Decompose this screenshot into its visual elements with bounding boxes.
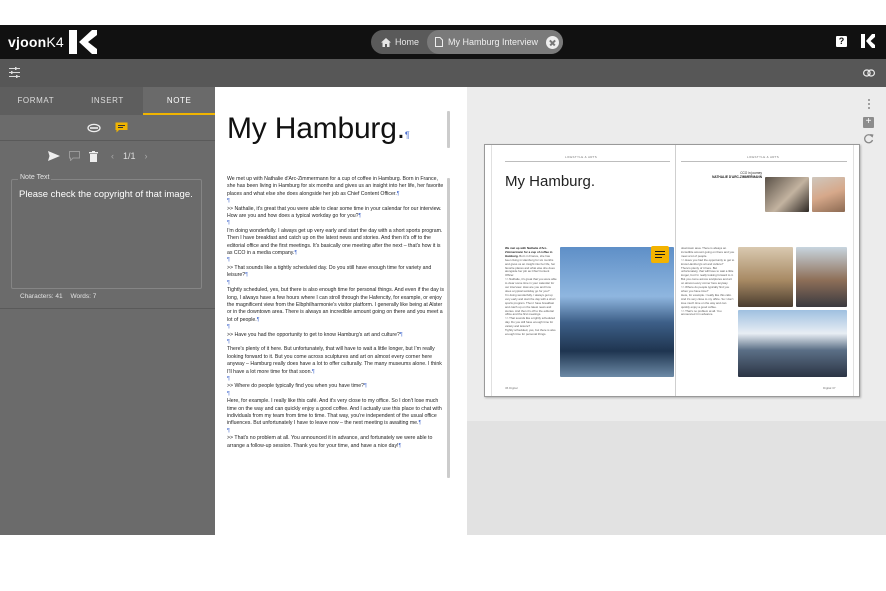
body-paragraph: There's plenty of it here. But unfortuna… [227,346,442,375]
note-text-label: Note Text [18,174,52,181]
home-icon [381,37,391,47]
reply-icon[interactable] [69,151,80,161]
next-note-icon[interactable]: › [145,151,148,161]
body-paragraph: ¶ [227,279,230,286]
running-header-left: LIFESTYLE & ARTS [565,155,598,159]
body-paragraph: Tightly scheduled, yes, but there is als… [227,287,444,323]
help-icon[interactable]: ? [836,36,847,47]
refresh-icon[interactable] [863,133,874,144]
spread-gutter [675,145,676,396]
sliders-icon[interactable] [9,67,20,78]
body-paragraph: >> That sounds like a tightly scheduled … [227,264,432,279]
body-paragraph: ¶ [227,220,230,227]
canal-photo [738,247,793,307]
breadcrumb-home-label: Home [395,37,420,47]
folio-left: 36 Digital [505,386,518,390]
body-paragraph: >> Where do people typically find you wh… [227,383,367,390]
header-rule-right [681,161,847,162]
note-text-value[interactable]: Please check the copyright of that image… [19,188,195,201]
article-body[interactable]: We met up with Nathalie d'Arc-Zimmermann… [227,176,445,450]
spread-kicker: CCO in journey NATHALIE D'ARC-ZIMMERMANN [712,171,762,179]
body-paragraph: ¶ [227,324,230,331]
body-scrollbar[interactable] [447,178,450,478]
spread-column-2: downtown area. There is always an incred… [681,247,735,317]
body-paragraph: ¶ [227,257,230,264]
page-edge-left [491,145,492,396]
body-paragraph: ¶ [227,375,230,382]
page-edge-right [853,145,854,396]
word-count: Words: 7 [70,293,97,300]
header-rule-left [505,161,670,162]
note-toolbar: ‹ 1/1 › [0,141,215,171]
body-paragraph: ¶ [227,198,230,205]
link-icon[interactable] [863,68,875,78]
note-type-selector [0,115,215,141]
townhall-photo [796,247,847,307]
breadcrumb-document-label: My Hamburg Interview [448,37,539,47]
app-logo-text: vjoonK4 [8,34,64,50]
running-header-right: LIFESTYLE & ARTS [747,155,780,159]
trash-icon[interactable] [89,150,98,162]
close-tab-icon[interactable] [546,35,560,49]
text-editor[interactable]: My Hamburg.¶ We met up with Nathalie d'A… [215,87,467,535]
body-paragraph: >> That's no problem at all. You announc… [227,435,433,449]
tab-insert[interactable]: INSERT [72,87,144,115]
title-scrollbar[interactable] [447,111,450,148]
panel-divider [0,308,215,309]
body-paragraph: Here, for example. I really like this ca… [227,398,442,427]
body-paragraph: ¶ [227,390,230,397]
body-paragraph: >> Have you had the opportunity to get t… [227,331,403,338]
breadcrumb: Home My Hamburg Interview [371,30,564,54]
character-count: Characters: 41 [20,293,63,300]
body-paragraph: >> Nathalie, it's great that you were ab… [227,205,442,220]
breadcrumb-document[interactable]: My Hamburg Interview [427,30,564,54]
more-vertical-icon[interactable] [868,99,870,110]
note-pager: 1/1 [123,151,136,161]
layout-preview: + LIFESTYLE & ARTS LIFESTYLE & ARTS My H… [467,87,886,535]
folio-right: Digital 37 [823,386,836,390]
train-station-photo [738,310,847,377]
app-window: vjoonK4 Home My Hamburg Interview ? FORM… [0,25,886,535]
panel-tabs: FORMAT INSERT NOTE [0,87,216,115]
add-box-icon[interactable]: + [863,117,874,128]
tab-note[interactable]: NOTE [143,87,216,115]
highlight-note-icon[interactable] [87,123,101,133]
spread-title: My Hamburg. [505,173,596,190]
left-panel: FORMAT INSERT NOTE ‹ 1/1 › Note Text Ple [0,87,216,535]
body-paragraph: ¶ [227,338,230,345]
k4-logo-icon [69,30,97,54]
note-text-field[interactable]: Note Text Please check the copyright of … [11,174,202,289]
note-stats: Characters: 41 Words: 7 [20,293,96,300]
breadcrumb-home[interactable]: Home [371,30,427,54]
top-bar: vjoonK4 Home My Hamburg Interview ? [0,25,886,59]
body-paragraph: We met up with Nathalie d'Arc-Zimmermann… [227,176,444,197]
preview-footer-area [467,421,886,535]
send-icon[interactable] [48,151,60,161]
portrait-photo-2 [812,177,845,212]
elbphilharmonie-photo [560,247,674,377]
body-paragraph: I'm doing wonderfully. I always get up v… [227,227,443,257]
comment-note-icon[interactable] [651,246,669,263]
k4-brand-icon[interactable] [861,34,875,48]
article-title[interactable]: My Hamburg.¶ [227,112,410,146]
tab-format[interactable]: FORMAT [0,87,72,115]
body-paragraph: ¶ [227,427,230,434]
spread-column-1: We met up with Nathalie d'Arc-Zimmermann… [505,247,557,336]
page-spread[interactable]: LIFESTYLE & ARTS LIFESTYLE & ARTS My Ham… [484,144,860,397]
portrait-photo-1 [765,177,809,212]
previous-note-icon[interactable]: ‹ [111,151,114,161]
secondary-toolbar [0,59,886,87]
document-icon [435,37,444,47]
comment-note-icon[interactable] [115,122,128,133]
